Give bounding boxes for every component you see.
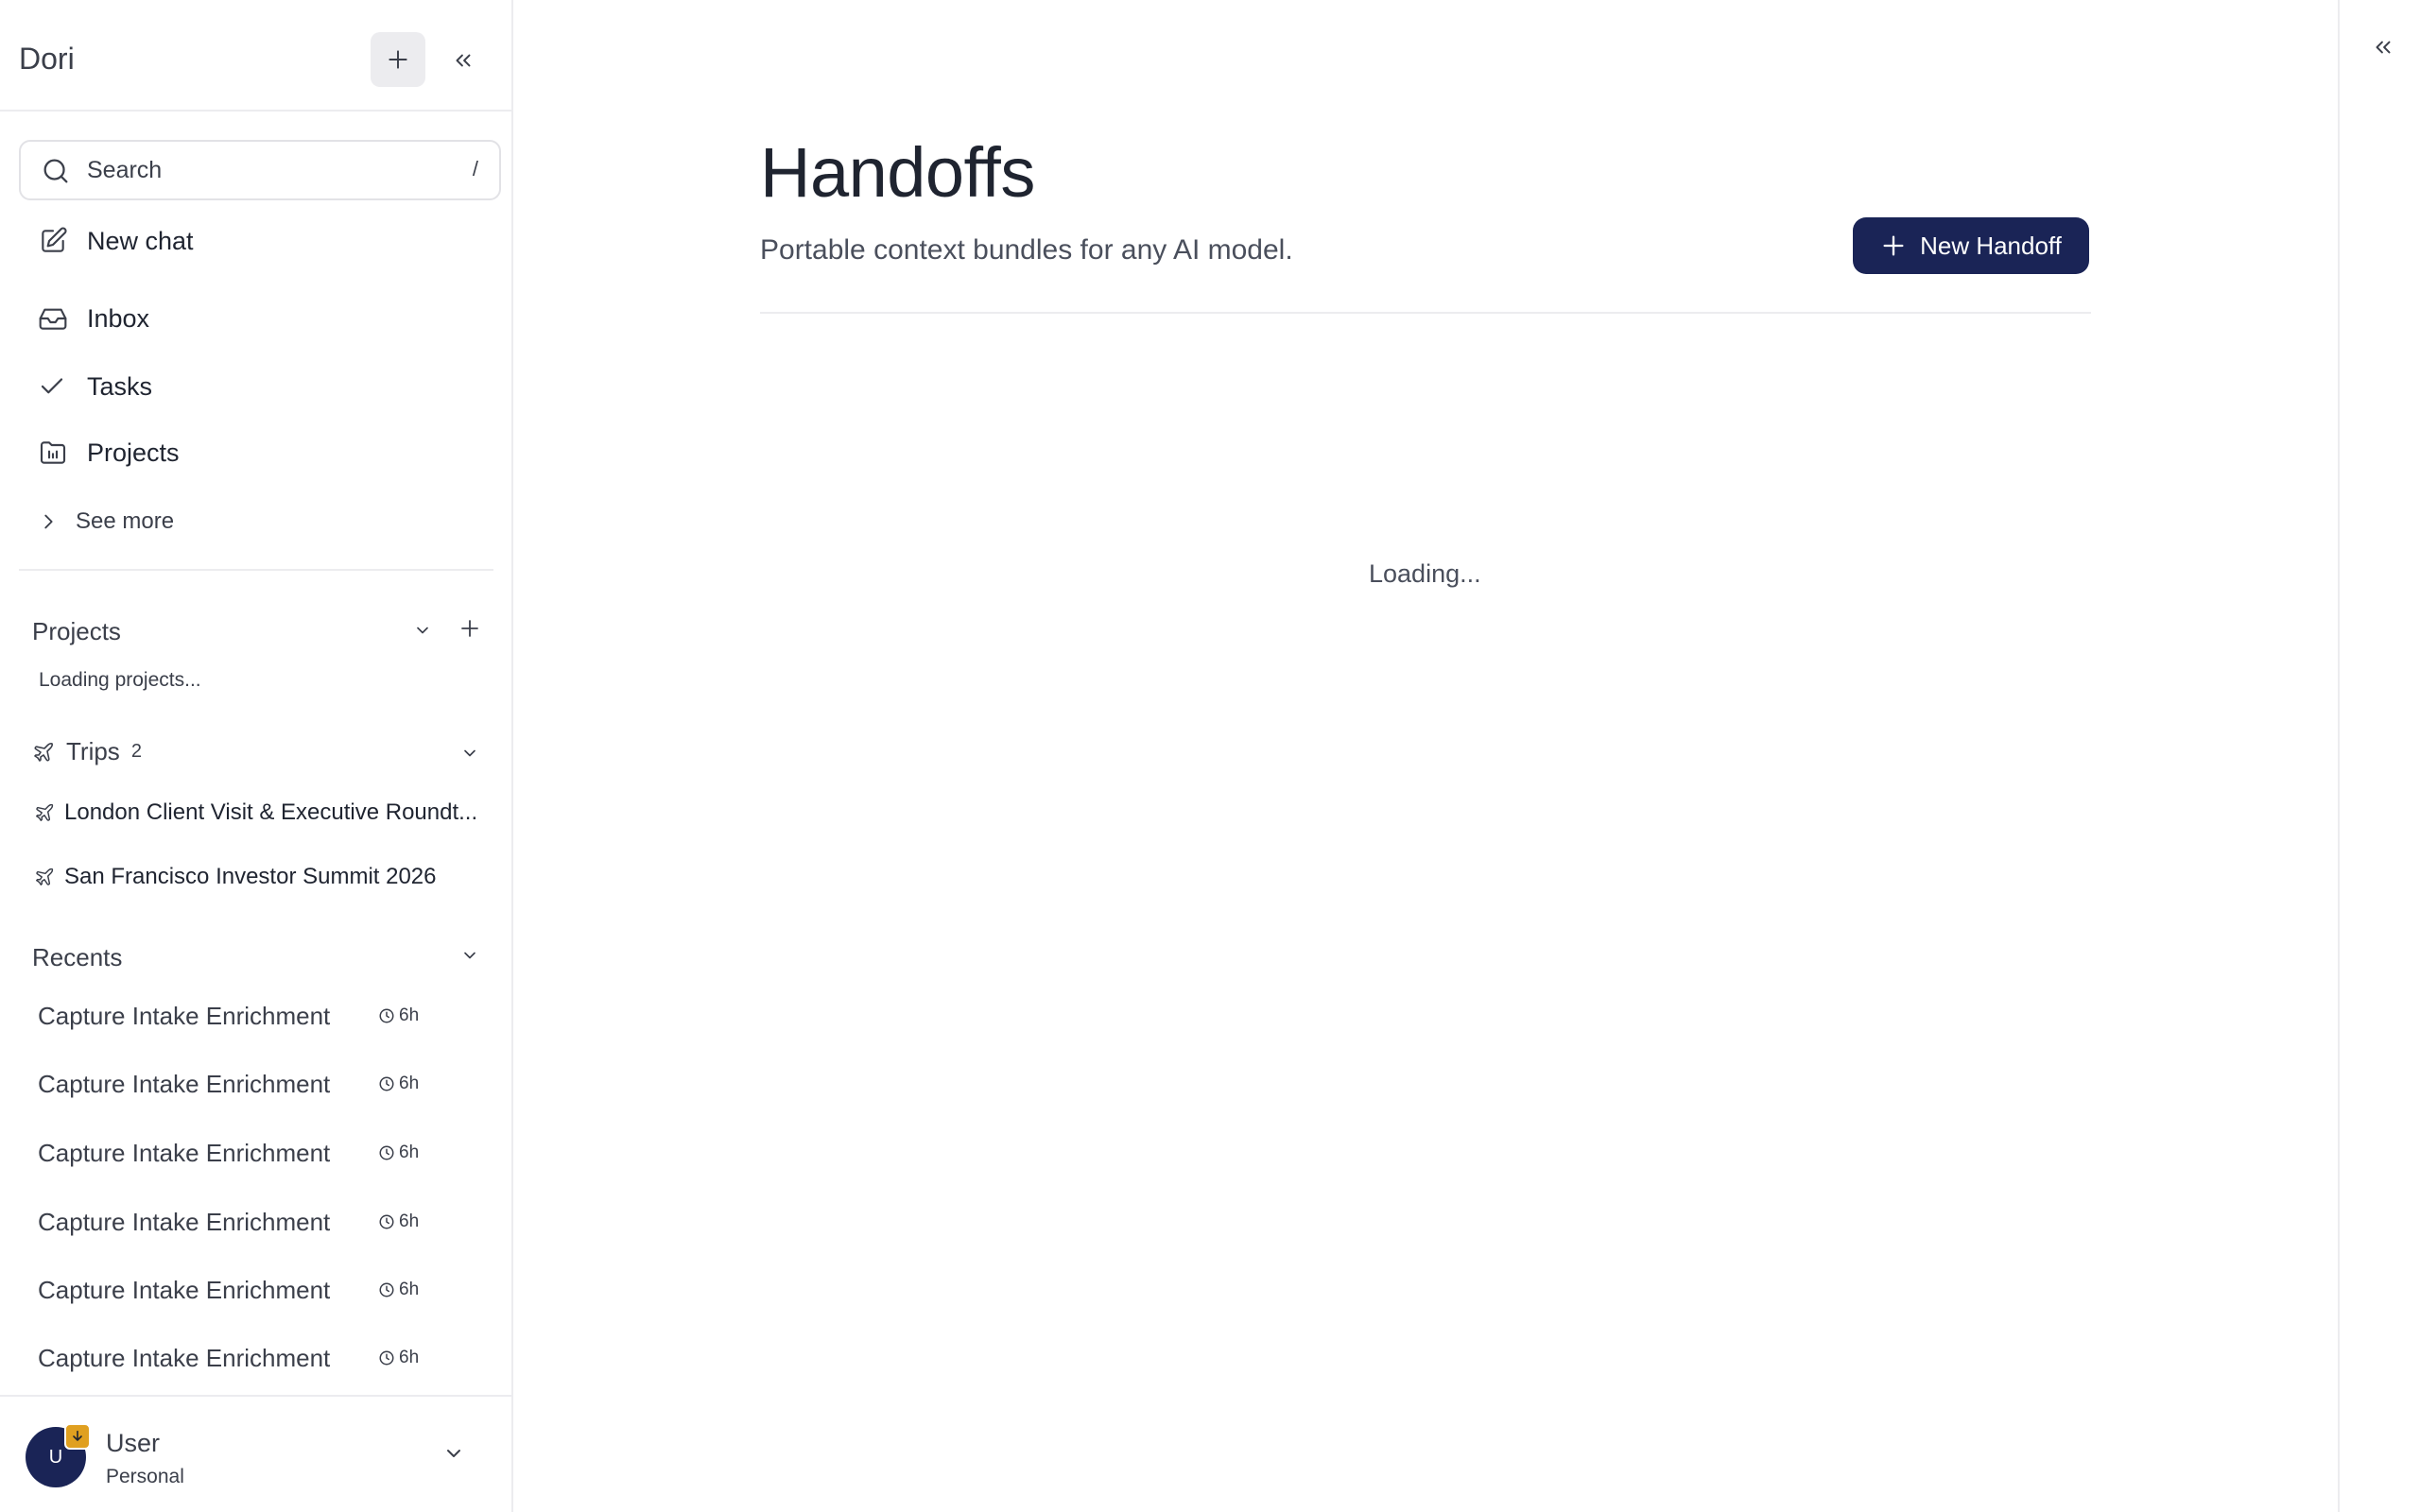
chevrons-left-icon [2376,41,2391,54]
trip-item-label: London Client Visit & Executive Roundt..… [64,799,478,825]
edit-icon [19,226,87,256]
trips-count: 2 [130,741,142,762]
recent-item-time: 6h [378,1348,419,1368]
recent-item[interactable]: Capture Intake Enrichment 6h [38,1333,482,1383]
app-title: Dori [19,42,75,76]
nav-tasks[interactable]: Tasks [19,358,501,415]
sidebar-divider [19,569,493,571]
page-title: Handoffs [760,133,1035,212]
recent-item[interactable]: Capture Intake Enrichment 6h [38,1197,482,1246]
clock-icon [379,1350,394,1366]
user-menu-toggle[interactable] [442,1442,465,1469]
search-shortcut: / [472,157,478,180]
arrow-down-icon [73,1430,82,1441]
trips-section-title: Trips [66,737,120,765]
recents-collapse-toggle[interactable] [456,941,484,970]
nav-new-chat[interactable]: New chat [19,213,501,269]
user-plan: Personal [106,1466,184,1487]
trips-section-header[interactable]: Trips 2 [32,737,142,766]
clock-icon [379,1214,394,1229]
projects-loading-text: Loading projects... [39,669,201,691]
recent-item-time: 6h [378,1280,419,1300]
projects-collapse-toggle[interactable] [408,616,437,644]
recent-item[interactable]: Capture Intake Enrichment 6h [38,1265,482,1314]
search-icon [43,159,68,183]
recent-item-time-text: 6h [399,1143,420,1162]
clock-icon [379,1282,394,1297]
recent-item-time: 6h [378,1211,419,1232]
recent-item-time: 6h [378,1005,419,1026]
recent-item-label: Capture Intake Enrichment [38,1001,331,1030]
chevrons-left-icon [456,54,471,67]
recent-item-time: 6h [378,1143,419,1163]
clock-icon [379,1008,394,1023]
folder-icon [19,438,87,468]
recent-item-label: Capture Intake Enrichment [38,1275,331,1304]
collapse-sidebar-button[interactable] [444,42,482,79]
chevron-down-icon [464,952,475,959]
recent-item-time: 6h [378,1074,419,1094]
recent-item-label: Capture Intake Enrichment [38,1138,331,1167]
plane-icon [36,868,54,885]
trip-item[interactable]: London Client Visit & Executive Roundt..… [34,790,488,835]
check-icon [19,372,87,401]
search-placeholder: Search [87,157,163,183]
recent-item[interactable]: Capture Intake Enrichment 6h [38,1128,482,1177]
recent-item-label: Capture Intake Enrichment [38,1343,331,1372]
see-more-button[interactable]: See more [19,493,501,550]
main-content: Handoffs Portable context bundles for an… [513,0,2338,1512]
recent-item[interactable]: Capture Intake Enrichment 6h [38,991,482,1040]
sidebar-header: Dori [0,0,511,112]
plus-icon [1883,235,1904,256]
trip-item-label: San Francisco Investor Summit 2026 [64,864,437,889]
chevron-down-icon [447,1450,460,1457]
plus-icon [389,50,407,69]
plane-icon [36,803,54,821]
add-project-button[interactable] [456,614,484,643]
recent-item-time-text: 6h [399,1211,420,1231]
new-handoff-label: New Handoff [1920,231,2062,260]
chevron-down-icon [464,749,475,757]
nav-projects[interactable]: Projects [19,424,501,481]
clock-icon [379,1076,394,1091]
header-divider [760,312,2091,314]
recent-item-time-text: 6h [399,1280,420,1299]
sidebar: Dori Search / New chat Inbox Tasks Proje… [0,0,513,1512]
recent-item-time-text: 6h [399,1005,420,1025]
trips-collapse-toggle[interactable] [456,739,484,767]
page-subtitle: Portable context bundles for any AI mode… [760,234,1293,266]
trip-item[interactable]: San Francisco Investor Summit 2026 [34,854,488,900]
recent-item-time-text: 6h [399,1074,420,1093]
plus-icon [461,620,478,637]
nav-tasks-label: Tasks [87,371,153,401]
user-account-menu[interactable]: U User Personal [0,1395,511,1512]
recent-item-label: Capture Intake Enrichment [38,1207,331,1236]
nav-inbox[interactable]: Inbox [19,290,501,347]
recents-section-title: Recents [32,943,123,971]
recent-item-label: Capture Intake Enrichment [38,1069,331,1098]
see-more-label: See more [76,508,175,534]
projects-section-title: Projects [32,617,121,645]
plane-icon [34,742,53,762]
nav-inbox-label: Inbox [87,303,150,333]
inbox-icon [19,303,87,334]
chevron-right-icon [19,511,76,532]
recent-item-time-text: 6h [399,1348,420,1367]
expand-right-panel-button[interactable] [2368,32,2398,62]
nav-projects-label: Projects [87,438,180,467]
right-panel-rail [2338,0,2420,1512]
recent-item[interactable]: Capture Intake Enrichment 6h [38,1059,482,1108]
new-handoff-button[interactable]: New Handoff [1853,217,2089,274]
loading-indicator: Loading... [1369,559,1481,588]
update-badge[interactable] [64,1423,91,1450]
chevron-down-icon [417,627,428,634]
nav-new-chat-label: New chat [87,226,194,255]
user-name: User [106,1429,161,1457]
new-item-button[interactable] [371,32,425,87]
search-input[interactable]: Search / [19,140,501,200]
clock-icon [379,1145,394,1160]
